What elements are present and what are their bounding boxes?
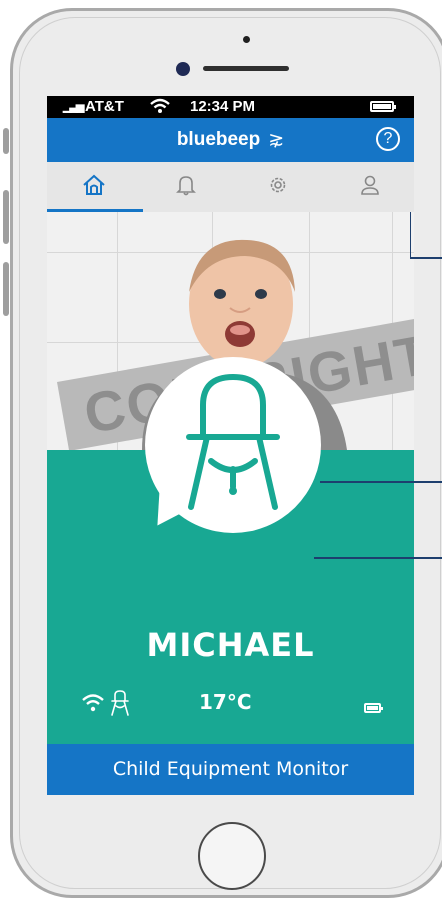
volume-up-button xyxy=(3,190,9,244)
device-avatar-bubble[interactable] xyxy=(145,357,321,533)
app-title: bluebeep ⋧ xyxy=(47,128,414,151)
high-chair-icon xyxy=(186,373,280,510)
front-camera xyxy=(176,62,190,76)
volume-down-button xyxy=(3,262,9,316)
tab-profile[interactable] xyxy=(323,162,414,212)
carrier-label: AT&T xyxy=(85,98,124,115)
gear-icon xyxy=(270,177,286,193)
battery-status-icon xyxy=(370,101,396,112)
wifi-status-icon xyxy=(149,98,171,118)
help-button[interactable]: ? xyxy=(376,127,400,151)
tab-settings[interactable] xyxy=(231,162,323,212)
signal-icon: ▁▃▅ xyxy=(63,101,84,113)
proximity-sensor xyxy=(243,36,250,43)
temperature-reading: 17°C xyxy=(199,690,252,714)
earpiece-speaker xyxy=(203,66,289,71)
mute-switch xyxy=(3,128,9,154)
bell-icon xyxy=(176,176,196,196)
app-bar: bluebeep ⋧ ? xyxy=(47,118,414,162)
phone-screen: ▁▃▅ AT&T 12:34 PM bluebeep ⋧ ? MICHAEL 1… xyxy=(47,96,414,795)
tab-notifications[interactable] xyxy=(139,162,231,212)
app-title-text: bluebeep xyxy=(176,129,261,150)
callout-line-photo-v xyxy=(410,212,411,258)
status-bar: ▁▃▅ AT&T 12:34 PM xyxy=(47,96,414,118)
user-icon xyxy=(361,175,379,195)
logo-mark-icon: ⋧ xyxy=(268,129,285,150)
device-battery-icon xyxy=(364,703,383,713)
footer-bar: Child Equipment Monitor xyxy=(47,744,414,795)
callout-line-name xyxy=(314,557,442,559)
callout-line-photo xyxy=(410,257,442,259)
tab-home[interactable] xyxy=(47,162,139,212)
home-icon xyxy=(83,174,105,195)
callout-line-avatar xyxy=(320,481,442,483)
clock: 12:34 PM xyxy=(190,98,256,115)
small-high-chair-icon xyxy=(111,690,129,716)
device-name: MICHAEL xyxy=(146,626,315,664)
tab-bar xyxy=(47,162,414,212)
home-button[interactable] xyxy=(198,822,266,890)
wifi-connection-icon xyxy=(82,694,104,712)
